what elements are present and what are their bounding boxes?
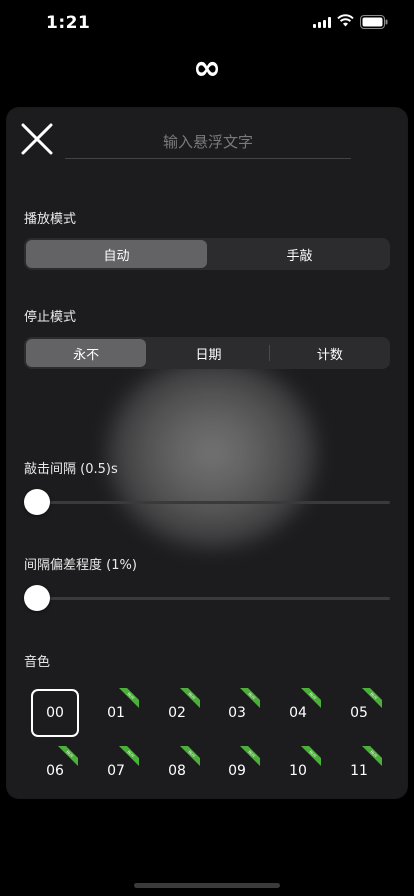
stop-mode-count-option[interactable]: 计数 — [270, 337, 390, 369]
buy-badge-icon: BUY — [180, 746, 200, 766]
buy-badge-icon: BUY — [58, 746, 78, 766]
play-mode-auto-option[interactable]: 自动 — [26, 240, 207, 268]
buy-badge-icon: BUY — [240, 688, 260, 708]
home-indicator[interactable] — [134, 883, 280, 888]
slider-track — [34, 501, 390, 504]
slider-thumb[interactable] — [24, 489, 50, 515]
wifi-icon — [337, 14, 354, 27]
status-time: 1:21 — [46, 13, 91, 33]
close-icon[interactable] — [20, 122, 54, 156]
interval-deviation-slider[interactable] — [24, 584, 390, 612]
slider-thumb[interactable] — [24, 585, 50, 611]
play-mode-label: 播放模式 — [24, 212, 77, 227]
interval-deviation-label: 间隔偏差程度 (1%) — [24, 558, 137, 573]
stop-mode-segmented-control[interactable]: 永不 日期 计数 — [24, 337, 390, 369]
tap-interval-slider[interactable] — [24, 488, 390, 516]
buy-badge-icon: BUY — [180, 688, 200, 708]
buy-badge-icon: BUY — [362, 746, 382, 766]
play-mode-manual-option[interactable]: 手敲 — [209, 238, 390, 270]
tone-00[interactable]: 00 — [31, 689, 79, 737]
tap-interval-label: 敲击间隔 (0.5)s — [24, 462, 118, 477]
buy-badge-icon: BUY — [119, 746, 139, 766]
buy-badge-icon: BUY — [240, 746, 260, 766]
blurred-background-image — [107, 358, 317, 548]
settings-panel: 播放模式 自动 手敲 停止模式 永不 日期 计数 敲击间隔 (0.5)s 间隔偏… — [7, 108, 407, 798]
infinity-title: ∞ — [192, 48, 222, 88]
buy-badge-icon: BUY — [119, 688, 139, 708]
buy-badge-icon: BUY — [362, 688, 382, 708]
buy-badge-icon: BUY — [301, 746, 321, 766]
play-mode-segmented-control[interactable]: 自动 手敲 — [24, 238, 390, 270]
floating-text-input[interactable] — [65, 126, 351, 159]
stop-mode-never-option[interactable]: 永不 — [26, 339, 147, 367]
tone-label: 音色 — [24, 655, 51, 670]
status-bar: 1:21 — [0, 0, 414, 44]
stop-mode-label: 停止模式 — [24, 310, 77, 325]
battery-icon — [360, 15, 388, 29]
stop-mode-date-option[interactable]: 日期 — [148, 337, 268, 369]
cellular-signal-icon — [313, 17, 331, 28]
slider-track — [34, 597, 390, 600]
buy-badge-icon: BUY — [301, 688, 321, 708]
